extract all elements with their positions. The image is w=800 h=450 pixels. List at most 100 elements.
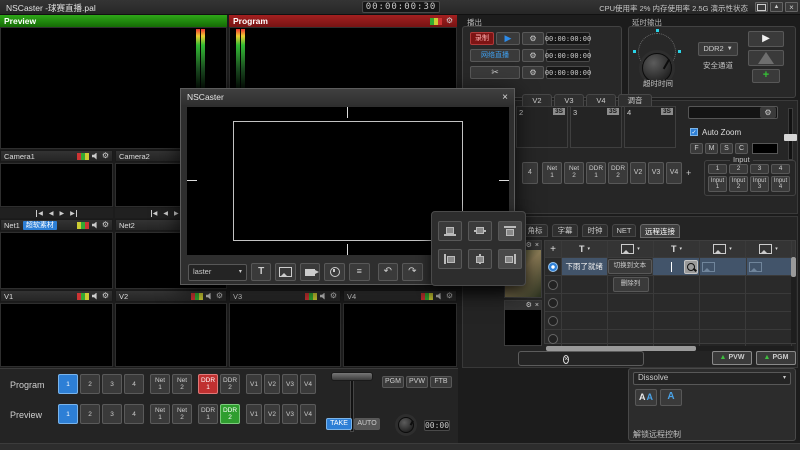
pgm-bus-net1[interactable]: Net 1 [150, 374, 170, 394]
row-radio[interactable] [548, 280, 558, 290]
align-left-button[interactable] [438, 249, 462, 269]
prev-icon[interactable]: ◀ [49, 210, 54, 217]
clear-button[interactable]: × [563, 354, 569, 364]
delete-column-button[interactable]: 删除列 [613, 277, 649, 292]
pvw-bus-v3[interactable]: V3 [282, 404, 298, 424]
v4-header[interactable]: V4 ⚙ [343, 290, 457, 302]
ftb-button[interactable]: FTB [430, 376, 452, 388]
zoom-slider-handle[interactable] [784, 134, 797, 141]
delay-channel-dropdown[interactable]: DDR2▼ [698, 42, 738, 56]
col-header-image-2[interactable]: ▾ [700, 241, 746, 257]
pvw-bus-v2[interactable]: V2 [264, 404, 280, 424]
image-cell[interactable] [747, 258, 795, 275]
align-right-button[interactable] [498, 249, 522, 269]
pgm-bus-2[interactable]: 2 [80, 374, 100, 394]
input-2-button[interactable]: Input 2 [729, 176, 748, 192]
gear-icon[interactable]: ⚙ [526, 242, 532, 249]
clip-gear-icon[interactable]: ⚙ [522, 66, 544, 79]
gear-icon[interactable]: ⚙ [446, 292, 453, 300]
eject-icon[interactable]: ▲ [770, 2, 783, 12]
add-video-button[interactable] [300, 263, 321, 281]
row-radio[interactable] [548, 298, 558, 308]
close-icon[interactable]: × [535, 302, 539, 309]
transition-style-2[interactable]: A [660, 389, 682, 406]
v3-header[interactable]: V3 ⚙ [229, 290, 341, 302]
col-header-image-1[interactable]: ▾ [608, 241, 654, 257]
speaker-icon[interactable] [92, 153, 99, 160]
delay-play-button[interactable]: ▶ [748, 31, 784, 47]
image-cell[interactable] [700, 258, 748, 275]
col-header-image-3[interactable]: ▾ [746, 241, 792, 257]
auto-zoom-checkbox[interactable]: ✓ [690, 128, 698, 136]
transition-duration-knob[interactable] [398, 417, 414, 433]
pgm-bus-v3[interactable]: V3 [282, 374, 298, 394]
align-center-button[interactable] [468, 249, 492, 269]
camera1-thumb[interactable] [0, 163, 113, 207]
gear-icon[interactable]: ⚙ [330, 292, 337, 300]
focus-mode-button[interactable]: F [690, 143, 703, 154]
record-button[interactable]: 录制 [470, 32, 494, 45]
template-dropdown[interactable]: laster▾ [188, 264, 247, 281]
speaker-icon[interactable] [206, 293, 213, 300]
dialog-close-icon[interactable]: × [502, 92, 508, 103]
col-header-text-2[interactable]: T▾ [654, 241, 700, 257]
pgm-bus-1[interactable]: 1 [58, 374, 78, 394]
switch-to-text-button[interactable]: 切换到文本 [608, 259, 652, 274]
input-num-1[interactable]: 1 [708, 164, 727, 174]
gear-icon[interactable]: ⚙ [102, 221, 109, 229]
col-header-text-1[interactable]: T▾ [562, 241, 608, 257]
subtitle-text-cell[interactable]: 下雨了就绪 [562, 258, 608, 275]
v1-thumb[interactable] [0, 303, 113, 367]
camera1-header[interactable]: Camera1 ⚙ [0, 150, 113, 162]
pvw-bus-net1[interactable]: Net 1 [150, 404, 170, 424]
pvw-button[interactable]: PVW [406, 376, 428, 388]
pvw-bus-4[interactable]: 4 [124, 404, 144, 424]
preset-duration[interactable]: 3S [607, 108, 619, 115]
pgm-bus-net2[interactable]: Net 2 [172, 374, 192, 394]
skip-start-icon[interactable]: ◀ [36, 210, 43, 217]
skip-end-icon[interactable]: ▶ [70, 210, 77, 217]
auto-button[interactable]: AUTO [354, 418, 380, 430]
safe-area-rect[interactable] [233, 121, 463, 241]
src-net2[interactable]: Net 2 [564, 162, 584, 184]
add-text-button[interactable]: T [251, 263, 272, 281]
pvw-bus-v4[interactable]: V4 [300, 404, 316, 424]
speaker-icon[interactable] [320, 293, 327, 300]
gear-icon[interactable]: ⚙ [216, 292, 223, 300]
pgm-button[interactable]: PGM [382, 376, 404, 388]
row-radio[interactable] [548, 334, 558, 344]
src-v3[interactable]: V3 [648, 162, 664, 184]
src-net1[interactable]: Net 1 [542, 162, 562, 184]
unlock-remote-label[interactable]: 解锁远程控制 [633, 429, 681, 440]
center-mode-button[interactable]: C [735, 143, 748, 154]
stream-gear-icon[interactable]: ⚙ [522, 49, 544, 62]
pgm-bus-ddr2[interactable]: DDR 2 [220, 374, 240, 394]
pvw-bus-3[interactable]: 3 [102, 404, 122, 424]
add-timer-button[interactable] [324, 263, 345, 281]
preset-cell-3[interactable]: 3 3S [570, 106, 622, 148]
table-row[interactable] [545, 294, 795, 312]
table-row[interactable]: 下雨了就绪 切换到文本 [545, 258, 795, 276]
tbar-handle[interactable] [331, 372, 373, 381]
tab-clock[interactable]: 时钟 [582, 224, 608, 237]
clip-scissors-icon[interactable]: ✂ [470, 66, 520, 79]
pvw-bus-v1[interactable]: V1 [246, 404, 262, 424]
src-ddr2[interactable]: DDR 2 [608, 162, 628, 184]
preset-duration[interactable]: 3S [553, 108, 565, 115]
stream-button[interactable]: 网络直播 [470, 49, 520, 62]
transition-style-1[interactable]: AA [635, 389, 657, 406]
edit-cell[interactable] [653, 258, 700, 275]
redo-button[interactable]: ↷ [402, 263, 423, 281]
send-pvw-button[interactable]: ▲PVW [712, 351, 752, 365]
pgm-bus-4[interactable]: 4 [124, 374, 144, 394]
v1-header[interactable]: V1 ⚙ [0, 290, 113, 302]
input-num-4[interactable]: 4 [771, 164, 790, 174]
pgm-bus-3[interactable]: 3 [102, 374, 122, 394]
play-icon[interactable]: ▶ [60, 210, 65, 217]
pgm-bus-v2[interactable]: V2 [264, 374, 280, 394]
tab-subtitle[interactable]: 字幕 [552, 224, 578, 237]
speaker-icon[interactable] [436, 293, 443, 300]
delay-add-button[interactable]: + [752, 69, 780, 83]
close-icon[interactable]: × [785, 2, 798, 12]
src-v2[interactable]: V2 [630, 162, 646, 184]
